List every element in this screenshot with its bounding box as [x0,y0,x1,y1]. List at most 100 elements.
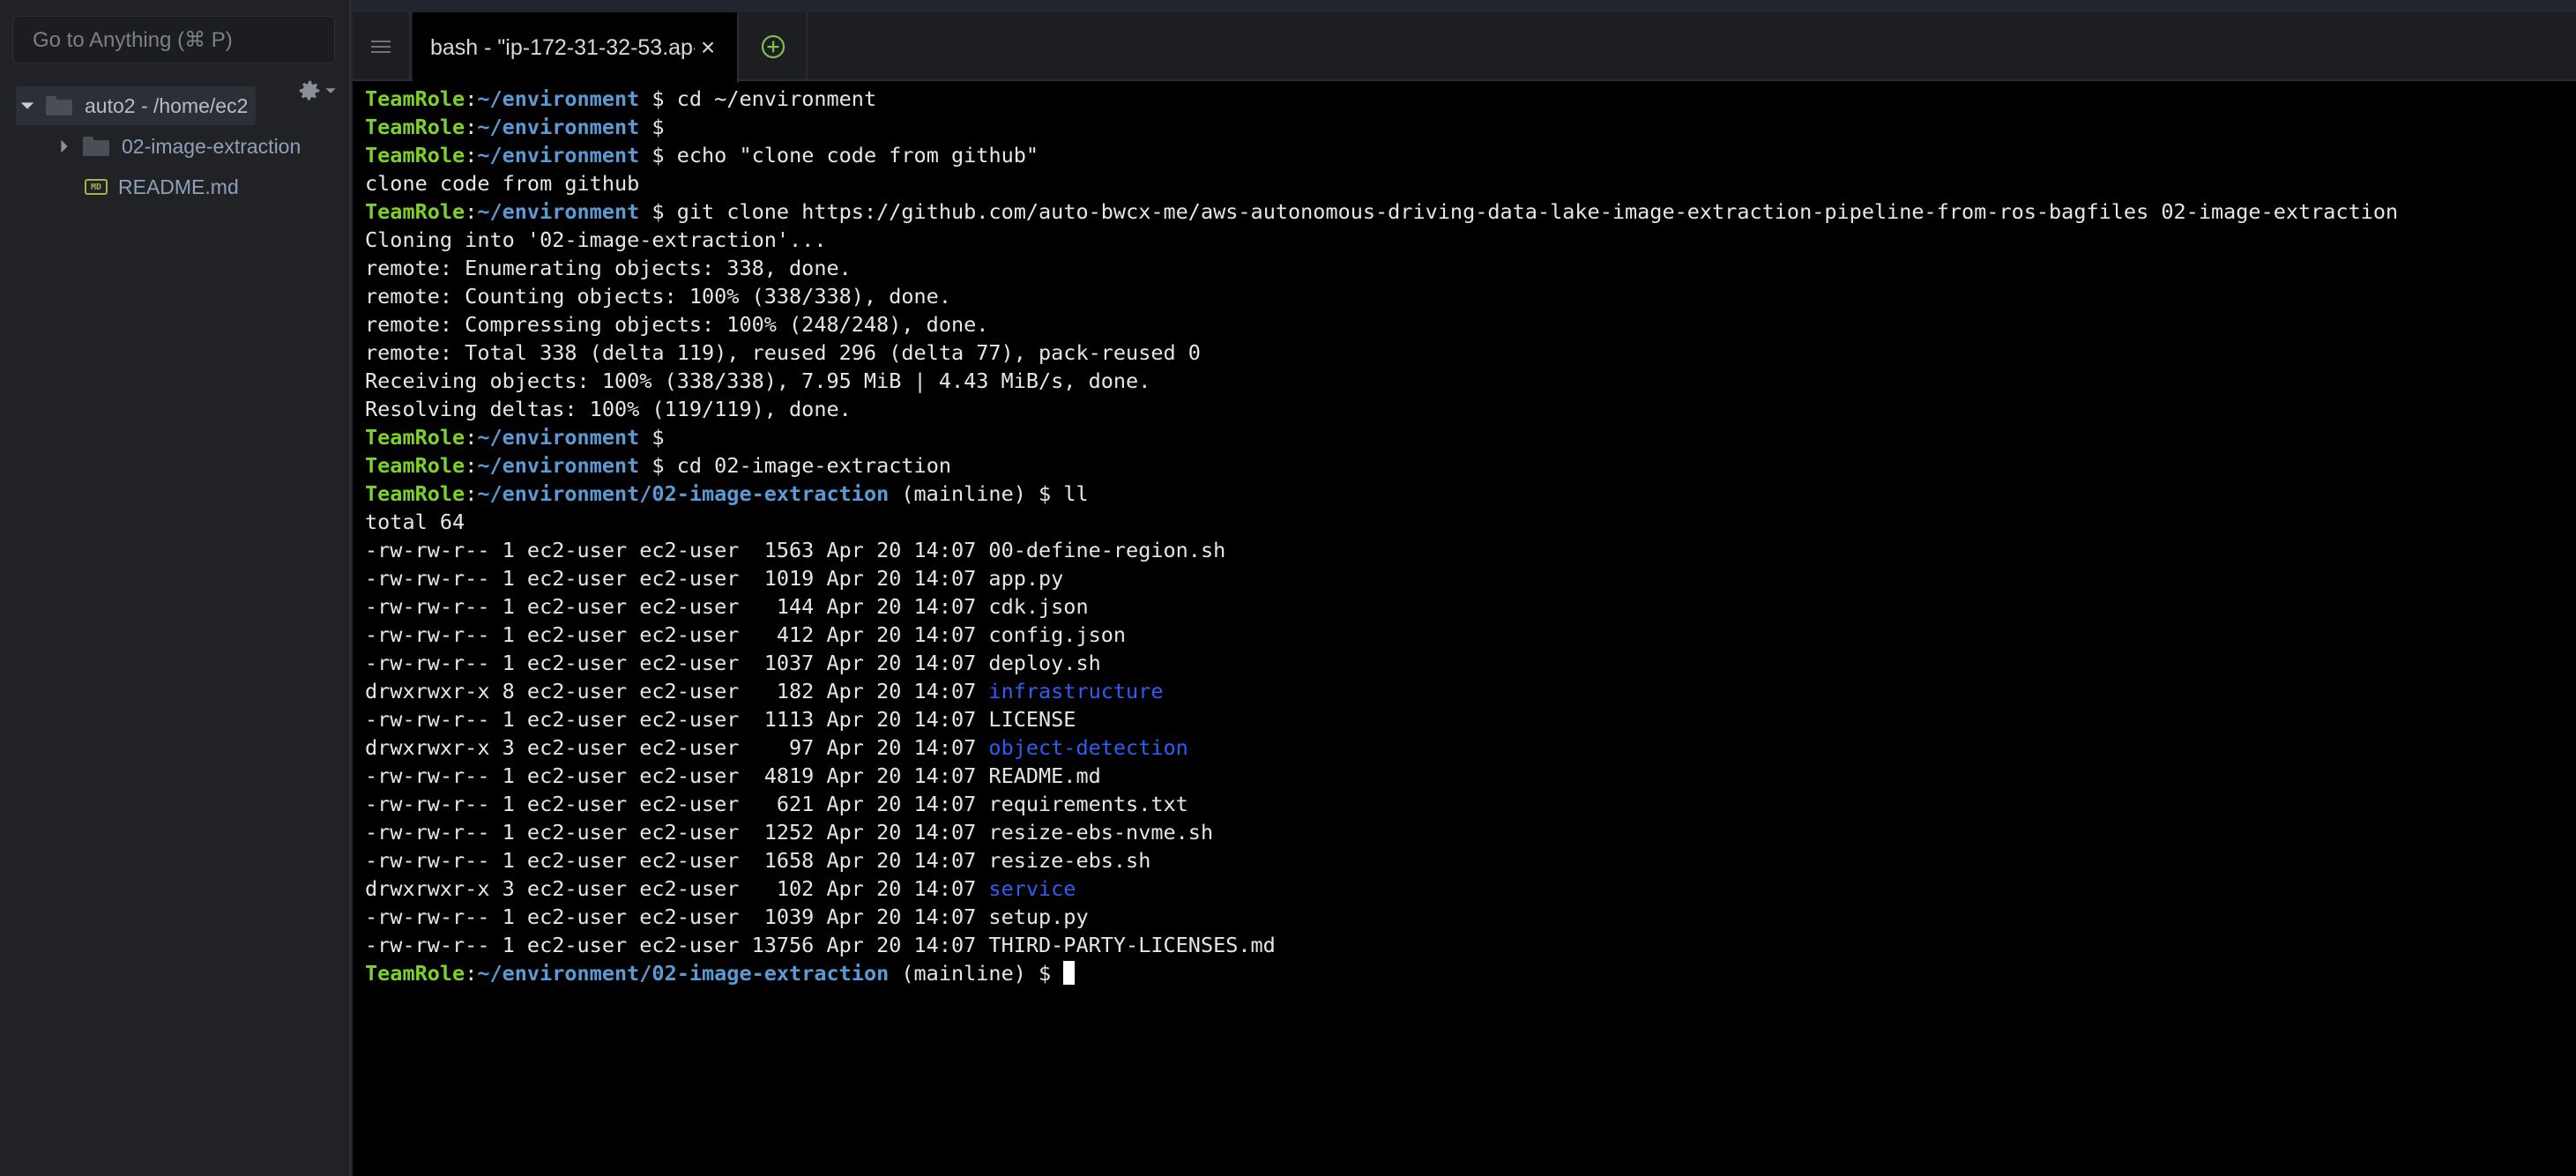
prompt-path: ~/environment [477,143,640,167]
ls-directory-name: infrastructure [988,679,1164,703]
ls-entry-meta: drwxrwxr-x 3 ec2-user ec2-user 102 Apr 2… [365,876,989,901]
prompt-path: ~/environment/02-image-extraction [477,961,890,986]
ls-directory-name: service [988,876,1076,901]
ls-entry-meta: -rw-rw-r-- 1 ec2-user ec2-user 1037 Apr … [365,651,989,675]
go-to-anything-input[interactable]: Go to Anything (⌘ P) [12,16,335,63]
prompt-user: TeamRole [365,199,465,224]
prompt-path: ~/environment [477,199,640,224]
ls-file-name: 00-define-region.sh [988,538,1226,562]
prompt-line: TeamRole:~/environment $ cd 02-image-ext… [365,453,951,478]
ls-directory-name: object-detection [988,735,1188,760]
markdown-file-icon: MD [85,179,108,195]
ls-entry: -rw-rw-r-- 1 ec2-user ec2-user 1563 Apr … [365,536,2560,564]
ls-entry: -rw-rw-r-- 1 ec2-user ec2-user 621 Apr 2… [365,790,2560,818]
tree-item-label: README.md [118,175,239,198]
ls-entry-meta: -rw-rw-r-- 1 ec2-user ec2-user 144 Apr 2… [365,594,989,619]
prompt-line: TeamRole:~/environment/02-image-extracti… [365,481,1089,506]
output-line: clone code from github [365,171,640,196]
ls-entry: -rw-rw-r-- 1 ec2-user ec2-user 1113 Apr … [365,705,2560,733]
tree-item-readme[interactable]: MD README.md [85,167,239,206]
ls-entry-meta: drwxrwxr-x 8 ec2-user ec2-user 182 Apr 2… [365,679,989,703]
prompt-line: TeamRole:~/environment/02-image-extracti… [365,959,2560,987]
ls-entry-meta: drwxrwxr-x 3 ec2-user ec2-user 97 Apr 20… [365,735,989,760]
ls-file-name: setup.py [988,904,1089,929]
output-line: remote: Total 338 (delta 119), reused 29… [365,340,1201,365]
hamburger-menu-icon[interactable] [353,12,411,81]
ls-file-name: config.json [988,622,1127,647]
ls-entry: -rw-rw-r-- 1 ec2-user ec2-user 144 Apr 2… [365,592,2560,621]
prompt-path: ~/environment/02-image-extraction [477,481,890,506]
output-line: Receiving objects: 100% (338/338), 7.95 … [365,368,1151,393]
ls-file-name: requirements.txt [988,792,1188,816]
command-text: git clone https://github.com/auto-bwcx-m… [676,199,2399,224]
prompt-path: ~/environment [477,453,640,478]
ls-file-name: cdk.json [988,594,1089,619]
prompt-path: ~/environment [477,86,640,111]
gear-icon[interactable] [296,78,342,104]
ls-entry-meta: -rw-rw-r-- 1 ec2-user ec2-user 621 Apr 2… [365,792,989,816]
ls-entry-meta: -rw-rw-r-- 1 ec2-user ec2-user 1252 Apr … [365,820,989,845]
ls-entry-meta: -rw-rw-r-- 1 ec2-user ec2-user 412 Apr 2… [365,622,989,647]
prompt-user: TeamRole [365,481,465,506]
ls-entry: drwxrwxr-x 3 ec2-user ec2-user 102 Apr 2… [365,875,2560,903]
ls-entry: -rw-rw-r-- 1 ec2-user ec2-user 1039 Apr … [365,903,2560,931]
prompt-path: ~/environment [477,425,640,450]
ls-entry-meta: -rw-rw-r-- 1 ec2-user ec2-user 13756 Apr… [365,933,989,957]
ls-entry-meta: -rw-rw-r-- 1 ec2-user ec2-user 4819 Apr … [365,763,989,788]
ls-file-name: LICENSE [988,707,1076,732]
tab-label: bash - "ip-172-31-32-53.ap- [430,34,695,60]
folder-icon [46,96,72,115]
plus-circle-icon[interactable] [741,12,808,81]
git-branch: (mainline) [901,481,1026,506]
ls-file-name: resize-ebs-nvme.sh [988,820,1214,845]
command-text: cd 02-image-extraction [676,453,951,478]
ls-entry: -rw-rw-r-- 1 ec2-user ec2-user 1019 Apr … [365,564,2560,592]
command-text: ll [1063,481,1089,506]
ls-entry: drwxrwxr-x 8 ec2-user ec2-user 182 Apr 2… [365,677,2560,705]
prompt-line: TeamRole:~/environment $ [365,425,677,450]
terminal-output[interactable]: TeamRole:~/environment $ cd ~/environmen… [365,85,2560,1160]
tree-item-02-image-extraction[interactable]: 02-image-extraction [53,127,301,166]
ls-entry-meta: -rw-rw-r-- 1 ec2-user ec2-user 1563 Apr … [365,538,989,562]
ls-entry-meta: -rw-rw-r-- 1 ec2-user ec2-user 1019 Apr … [365,566,989,591]
prompt-path: ~/environment [477,115,640,139]
prompt-line: TeamRole:~/environment $ [365,115,677,139]
ls-file-name: deploy.sh [988,651,1101,675]
output-line: remote: Enumerating objects: 338, done. [365,256,852,280]
prompt-user: TeamRole [365,86,465,111]
ls-entry-meta: -rw-rw-r-- 1 ec2-user ec2-user 1039 Apr … [365,904,989,929]
output-line: Cloning into '02-image-extraction'... [365,227,827,252]
terminal-panel: bash - "ip-172-31-32-53.ap- × TeamRole:~… [353,12,2576,1176]
tree-root-folder[interactable]: auto2 - /home/ec2 [16,86,256,125]
prompt-line: TeamRole:~/environment $ git clone https… [365,199,2399,224]
ls-file-name: app.py [988,566,1064,591]
prompt-user: TeamRole [365,143,465,167]
prompt-line: TeamRole:~/environment $ echo "clone cod… [365,143,1039,167]
close-icon[interactable]: × [695,33,721,62]
output-line: remote: Compressing objects: 100% (248/2… [365,312,989,337]
ls-file-name: README.md [988,763,1101,788]
output-line: total 64 [365,510,465,534]
chevron-down-icon [325,88,336,93]
ls-entry: drwxrwxr-x 3 ec2-user ec2-user 97 Apr 20… [365,733,2560,762]
tab-bar: bash - "ip-172-31-32-53.ap- × [353,12,2576,83]
folder-icon [83,137,109,156]
prompt-user: TeamRole [365,115,465,139]
ls-entry: -rw-rw-r-- 1 ec2-user ec2-user 4819 Apr … [365,762,2560,790]
tree-item-label: 02-image-extraction [122,134,302,158]
chevron-down-icon[interactable] [16,94,39,117]
chevron-right-icon[interactable] [53,135,76,158]
file-explorer-sidebar: Go to Anything (⌘ P) auto2 - /home/ec2 0… [0,0,351,1176]
ls-entry: -rw-rw-r-- 1 ec2-user ec2-user 1658 Apr … [365,846,2560,875]
output-line: Resolving deltas: 100% (119/119), done. [365,397,852,421]
command-text: echo "clone code from github" [676,143,1039,167]
output-line: remote: Counting objects: 100% (338/338)… [365,284,951,309]
ls-file-name: resize-ebs.sh [988,848,1151,873]
prompt-line: TeamRole:~/environment $ cd ~/environmen… [365,86,877,111]
ls-file-name: THIRD-PARTY-LICENSES.md [988,933,1276,957]
tab-bash[interactable]: bash - "ip-172-31-32-53.ap- × [413,12,739,83]
prompt-user: TeamRole [365,453,465,478]
ls-entry-meta: -rw-rw-r-- 1 ec2-user ec2-user 1113 Apr … [365,707,989,732]
ls-entry: -rw-rw-r-- 1 ec2-user ec2-user 412 Apr 2… [365,621,2560,649]
ls-entry: -rw-rw-r-- 1 ec2-user ec2-user 13756 Apr… [365,931,2560,959]
